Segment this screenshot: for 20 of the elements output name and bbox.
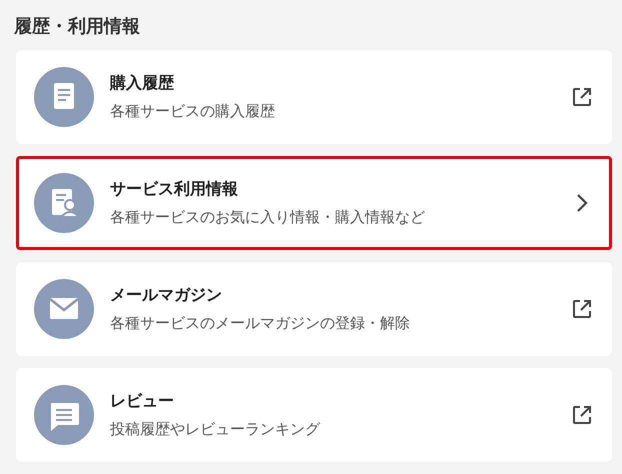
section-title: 履歴・利用情報 bbox=[14, 15, 141, 39]
item-description: 投稿履歴やレビューランキング bbox=[110, 419, 322, 440]
external-link-icon bbox=[570, 403, 594, 427]
receipt-icon bbox=[34, 67, 94, 127]
envelope-icon bbox=[34, 279, 94, 339]
speech-bubble-icon bbox=[34, 385, 94, 445]
item-title: メールマガジン bbox=[110, 284, 223, 306]
profile-document-icon bbox=[34, 173, 94, 233]
item-description: 各種サービスのメールマガジンの登録・解除 bbox=[110, 313, 411, 334]
menu-card[interactable]: レビュー 投稿履歴やレビューランキング bbox=[16, 368, 612, 462]
menu-card[interactable]: 購入履歴 各種サービスの購入履歴 bbox=[16, 50, 612, 144]
menu-card[interactable]: メールマガジン 各種サービスのメールマガジンの登録・解除 bbox=[16, 262, 612, 356]
item-title: レビュー bbox=[110, 390, 175, 412]
item-title: サービス利用情報 bbox=[110, 178, 239, 200]
item-description: 各種サービスの購入履歴 bbox=[110, 101, 276, 122]
external-link-icon bbox=[570, 297, 594, 321]
external-link-icon bbox=[570, 85, 594, 109]
item-description: 各種サービスのお気に入り情報・購入情報など bbox=[110, 207, 426, 228]
menu-card[interactable]: サービス利用情報 各種サービスのお気に入り情報・購入情報など bbox=[16, 156, 612, 250]
item-title: 購入履歴 bbox=[110, 72, 175, 94]
